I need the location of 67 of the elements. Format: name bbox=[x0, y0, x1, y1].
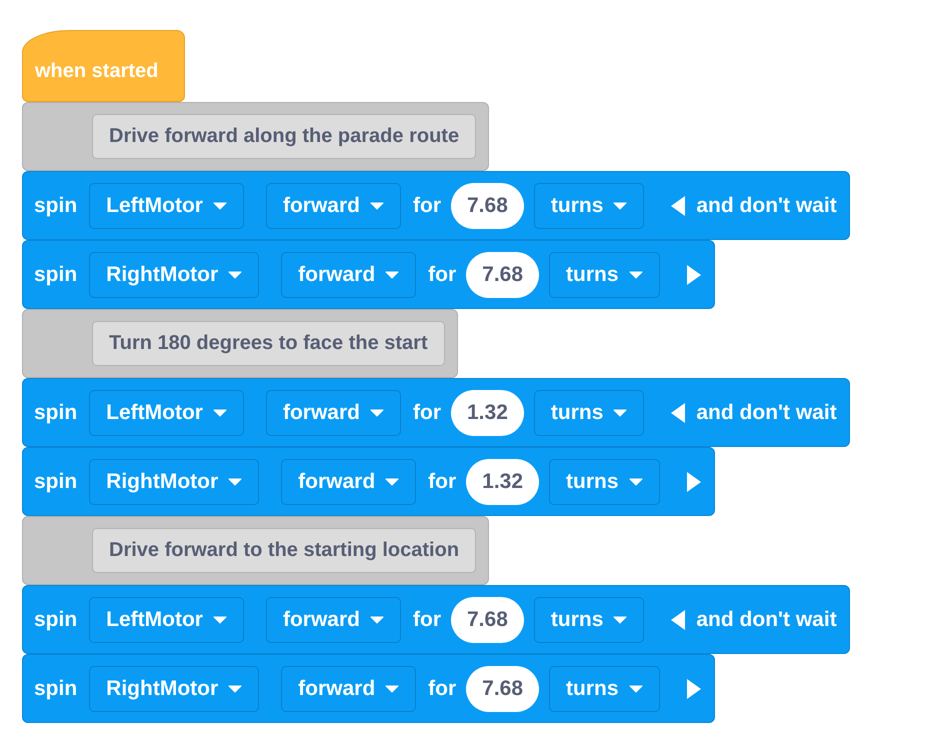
caret-icon bbox=[628, 684, 643, 692]
block-label: for bbox=[413, 400, 441, 424]
motor-dropdown[interactable]: LeftMotor bbox=[89, 182, 244, 228]
caret-icon bbox=[212, 202, 227, 210]
caret-icon bbox=[370, 616, 384, 624]
block-label: for bbox=[413, 194, 441, 218]
block-label: and don't wait bbox=[696, 194, 837, 218]
caret-icon bbox=[613, 202, 628, 210]
block-label: spin bbox=[34, 194, 78, 218]
direction-dropdown[interactable]: forward bbox=[266, 182, 401, 228]
direction-dropdown[interactable]: forward bbox=[281, 458, 416, 504]
caret-icon bbox=[385, 478, 400, 486]
unit-dropdown[interactable]: turns bbox=[549, 666, 660, 712]
collapse-arrow-icon[interactable] bbox=[670, 402, 686, 424]
unit-dropdown[interactable]: turns bbox=[549, 458, 660, 504]
block-label: and don't wait bbox=[696, 608, 837, 632]
caret-icon bbox=[385, 270, 400, 278]
caret-icon bbox=[613, 616, 628, 624]
amount-field[interactable]: 1.32 bbox=[466, 458, 540, 504]
block-label: spin bbox=[34, 676, 78, 700]
caret-icon bbox=[385, 684, 400, 692]
expand-arrow-icon[interactable] bbox=[686, 678, 702, 700]
caret-icon bbox=[228, 270, 242, 278]
unit-dropdown[interactable]: turns bbox=[534, 596, 644, 642]
amount-field[interactable]: 1.32 bbox=[451, 390, 524, 436]
caret-icon bbox=[228, 478, 242, 486]
motor-dropdown[interactable]: RightMotor bbox=[89, 666, 260, 712]
amount-field[interactable]: 7.68 bbox=[466, 252, 540, 298]
caret-icon bbox=[228, 684, 242, 692]
caret-icon bbox=[370, 408, 384, 416]
amount-field[interactable]: 7.68 bbox=[451, 182, 524, 228]
hat-block: when started bbox=[22, 30, 185, 102]
direction-dropdown[interactable]: forward bbox=[281, 252, 416, 298]
comment-field[interactable]: Drive forward along the parade route bbox=[92, 114, 476, 159]
caret-icon bbox=[628, 478, 643, 486]
block-label: for bbox=[413, 608, 441, 632]
comment-field[interactable]: Turn 180 degrees to face the start bbox=[92, 321, 445, 366]
block-label: spin bbox=[34, 262, 78, 286]
motor-dropdown[interactable]: LeftMotor bbox=[89, 596, 244, 642]
direction-dropdown[interactable]: forward bbox=[266, 390, 401, 436]
motor-dropdown[interactable]: RightMotor bbox=[89, 458, 260, 504]
caret-icon bbox=[613, 408, 628, 416]
block-label: for bbox=[428, 262, 456, 286]
unit-dropdown[interactable]: turns bbox=[549, 252, 660, 298]
caret-icon bbox=[212, 616, 227, 624]
expand-arrow-icon[interactable] bbox=[686, 470, 702, 492]
caret-icon bbox=[370, 202, 384, 210]
unit-dropdown[interactable]: turns bbox=[534, 390, 644, 436]
amount-field[interactable]: 7.68 bbox=[466, 666, 540, 712]
collapse-arrow-icon[interactable] bbox=[670, 194, 686, 216]
block-label: spin bbox=[34, 470, 78, 494]
unit-dropdown[interactable]: turns bbox=[534, 182, 644, 228]
amount-field[interactable]: 7.68 bbox=[451, 596, 524, 642]
motor-dropdown[interactable]: LeftMotor bbox=[89, 390, 244, 436]
direction-dropdown[interactable]: forward bbox=[266, 596, 401, 642]
block-label: for bbox=[428, 676, 456, 700]
direction-dropdown[interactable]: forward bbox=[281, 666, 416, 712]
block-label: for bbox=[428, 470, 456, 494]
block-label: spin bbox=[34, 608, 78, 632]
collapse-arrow-icon[interactable] bbox=[670, 608, 686, 630]
block-label: and don't wait bbox=[696, 400, 837, 424]
caret-icon bbox=[212, 408, 227, 416]
comment-field[interactable]: Drive forward to the starting location bbox=[92, 528, 476, 573]
block-label: spin bbox=[34, 400, 78, 424]
caret-icon bbox=[628, 270, 643, 278]
motor-dropdown[interactable]: RightMotor bbox=[89, 252, 260, 298]
expand-arrow-icon[interactable] bbox=[686, 264, 702, 286]
